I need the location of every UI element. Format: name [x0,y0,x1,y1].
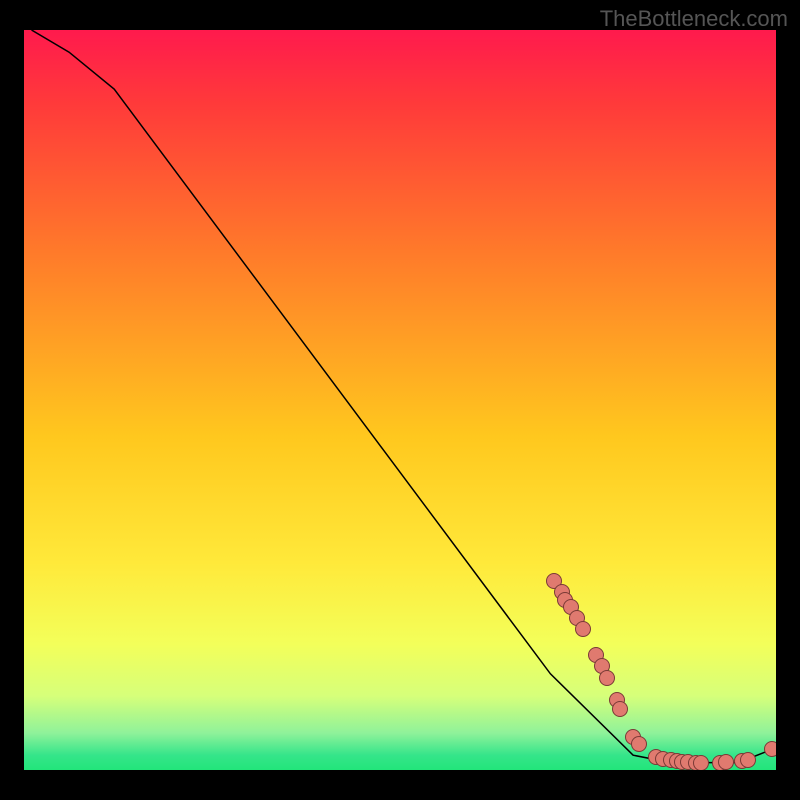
watermark-text: TheBottleneck.com [600,6,788,32]
data-marker [764,741,776,757]
data-marker [693,755,709,770]
data-marker [740,752,756,768]
data-marker [718,754,734,770]
data-marker [575,621,591,637]
bottleneck-curve [24,30,776,770]
plot-frame [24,30,776,770]
plot-area [24,30,776,770]
chart-container: TheBottleneck.com [0,0,800,800]
data-marker [599,670,615,686]
data-marker [631,736,647,752]
data-marker [612,701,628,717]
